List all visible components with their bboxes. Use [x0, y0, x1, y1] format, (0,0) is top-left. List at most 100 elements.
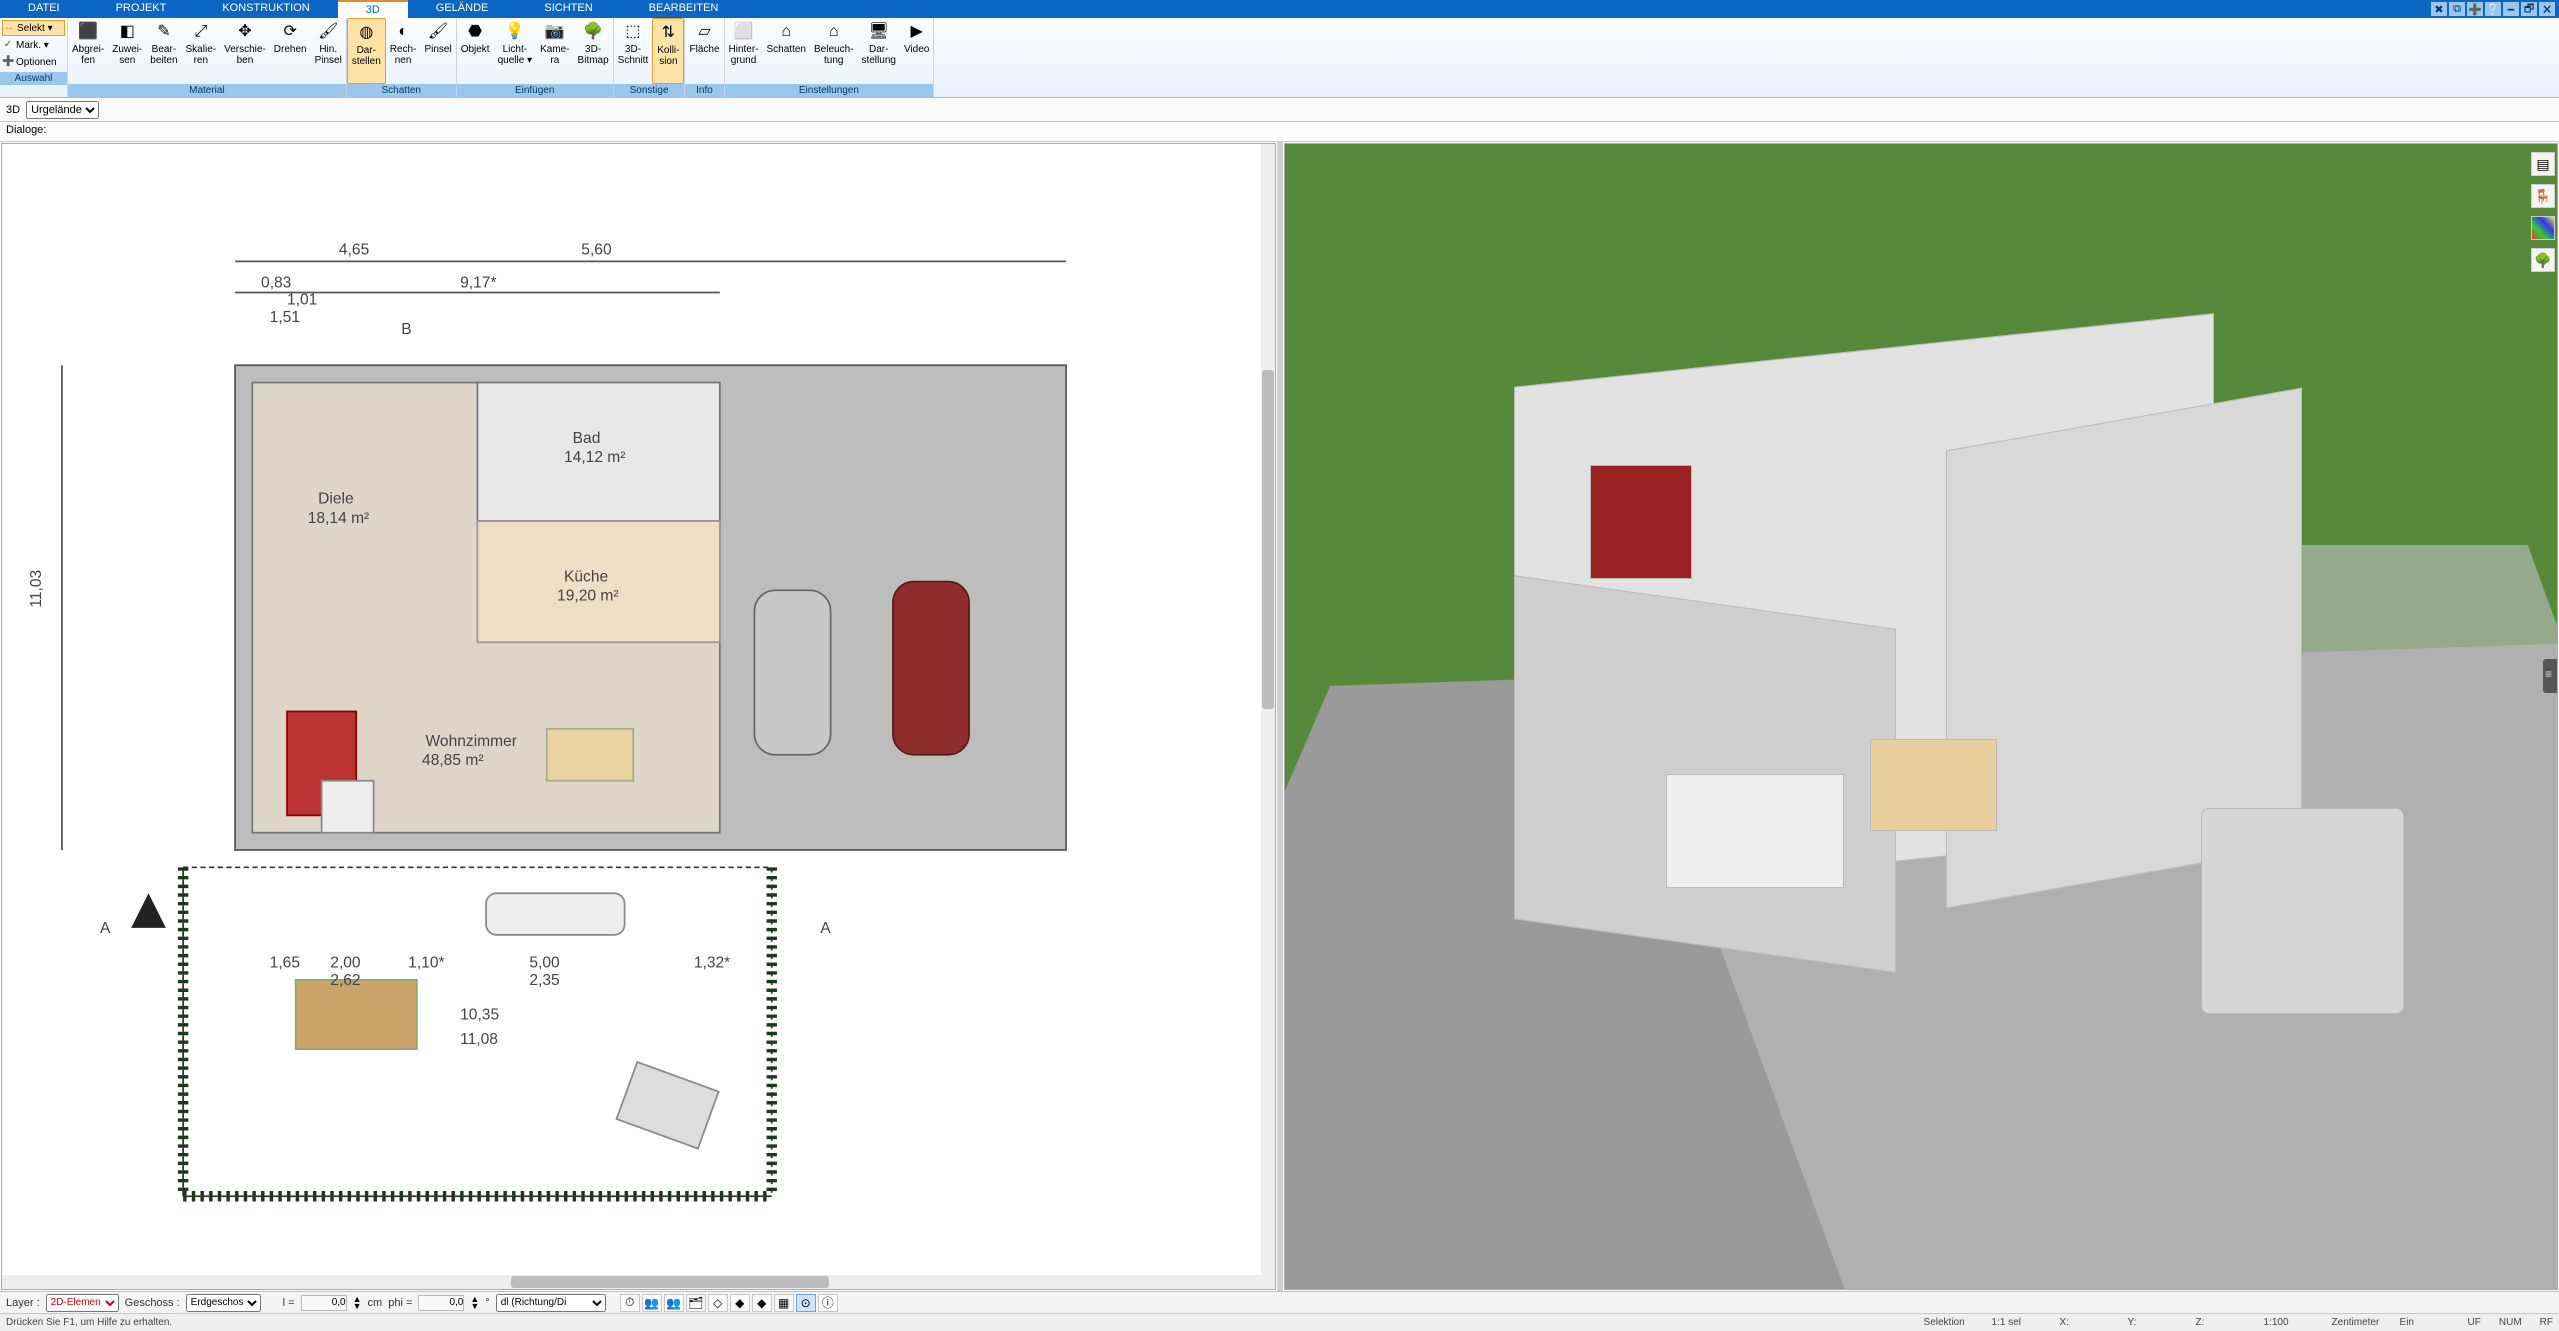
vscroll-2d[interactable] — [1261, 144, 1275, 1275]
bottom-tool-5[interactable]: ◆ — [730, 1294, 750, 1312]
sel-mark.[interactable]: ✓Mark. ▾ — [2, 37, 65, 53]
lichtquelle-button[interactable]: 💡Licht-quelle ▾ — [494, 18, 537, 84]
furniture-icon[interactable]: 🪑 — [2531, 184, 2555, 208]
video-button[interactable]: ▶Video — [900, 18, 933, 84]
window-control-5[interactable]: 🗗 — [2521, 2, 2537, 16]
pane-3d-view[interactable]: ▤ 🪑 🌳 — [1284, 143, 2559, 1290]
svg-text:Küche: Küche — [564, 569, 608, 586]
window-control-1[interactable]: ⧉ — [2449, 2, 2465, 16]
palette-icon[interactable] — [2531, 216, 2555, 240]
group-caption-auswahl: Auswahl — [0, 72, 67, 85]
status-uf: UF — [2468, 1317, 2481, 1328]
direction-select[interactable]: dl (Richtung/Di — [496, 1294, 606, 1312]
hscroll-2d[interactable] — [2, 1275, 1275, 1289]
objekt-icon: ⬣ — [464, 20, 486, 42]
darstellung-button[interactable]: 🖥Dar-stellung — [857, 18, 899, 84]
tab-gelände[interactable]: GELÄNDE — [408, 0, 517, 18]
hintergrund-button[interactable]: ⬜Hinter-grund — [725, 18, 763, 84]
lichtquelle-icon: 💡 — [504, 20, 526, 42]
tab-bearbeiten[interactable]: BEARBEITEN — [621, 0, 747, 18]
tab-datei[interactable]: DATEI — [0, 0, 88, 18]
pinsel-button[interactable]: 🖌Pinsel — [420, 18, 455, 84]
svg-text:5,60: 5,60 — [581, 241, 612, 258]
window-control-6[interactable]: 🗙 — [2539, 2, 2555, 16]
svg-text:Bad: Bad — [573, 430, 601, 447]
bottom-tool-0[interactable]: ⏱ — [620, 1294, 640, 1312]
schatten2-button[interactable]: ⌂Schatten — [763, 18, 810, 84]
rechnen-button[interactable]: ◐Rech-nen — [386, 18, 421, 84]
window-control-4[interactable]: 🗕 — [2503, 2, 2519, 16]
objekt-button[interactable]: ⬣Objekt — [457, 18, 494, 84]
svg-text:A: A — [820, 920, 831, 937]
group-caption-info: Info — [685, 84, 723, 97]
tree-icon[interactable]: 🌳 — [2531, 248, 2555, 272]
bottom-tool-2[interactable]: 👥 — [664, 1294, 684, 1312]
window-control-3[interactable]: ❔ — [2485, 2, 2501, 16]
bearbeiten-button[interactable]: ✎Bear-beiten — [146, 18, 181, 84]
svg-text:1,65: 1,65 — [270, 955, 301, 972]
layer-select[interactable]: 2D-Elemen — [46, 1294, 119, 1312]
svg-text:1,10*: 1,10* — [408, 955, 444, 972]
bottom-tool-6[interactable]: ◆ — [752, 1294, 772, 1312]
floor-select[interactable]: Erdgeschos — [186, 1294, 261, 1312]
darstellen-button[interactable]: ◍Dar-stellen — [347, 18, 386, 84]
verschieben-button[interactable]: ✥Verschie-ben — [220, 18, 270, 84]
svg-text:4,65: 4,65 — [339, 241, 370, 258]
bottom-tool-9[interactable]: ⓘ — [818, 1294, 838, 1312]
status-y: Y: — [2128, 1317, 2178, 1328]
svg-text:11,08: 11,08 — [460, 1031, 498, 1048]
phi-label: phi = — [388, 1297, 412, 1309]
svg-text:1,32*: 1,32* — [694, 955, 730, 972]
kamera-button[interactable]: 📷Kame-ra — [536, 18, 573, 84]
sub-toolbar: 3D Urgelände — [0, 98, 2559, 122]
svg-text:19,20 m²: 19,20 m² — [557, 588, 618, 605]
window-control-0[interactable]: ✖ — [2431, 2, 2447, 16]
bottom-tool-7[interactable]: ▦ — [774, 1294, 794, 1312]
bottom-tool-8[interactable]: ⊙ — [796, 1294, 816, 1312]
group-caption-material: Material — [68, 84, 346, 97]
floor-plan: Bad 14,12 m² Diele 18,14 m² Küche 19,20 … — [10, 152, 1257, 1271]
pane-splitter[interactable] — [1277, 142, 1283, 1291]
dialoge-label: Dialoge: — [6, 124, 46, 136]
spinner-icon[interactable]: ▲▼ — [470, 1296, 479, 1310]
bottom-tool-4[interactable]: ◇ — [708, 1294, 728, 1312]
window-control-2[interactable]: ➕ — [2467, 2, 2483, 16]
tab-sichten[interactable]: SICHTEN — [516, 0, 620, 18]
pane-2d-plan[interactable]: Bad 14,12 m² Diele 18,14 m² Küche 19,20 … — [1, 143, 1276, 1290]
sel-selekt[interactable]: ↔Selekt ▾ — [2, 20, 65, 36]
beleuchtung-button[interactable]: ⌂Beleuch-tung — [810, 18, 857, 84]
ribbon: ↔Selekt ▾✓Mark. ▾➕Optionen Auswahl⬛Abgrei… — [0, 18, 2559, 98]
flaeche-button[interactable]: ▱Fläche — [685, 18, 723, 84]
hinpinsel-icon: 🖌 — [317, 20, 339, 42]
kollision-button[interactable]: ⇅Kolli-sion — [652, 18, 684, 84]
length-label: l = — [283, 1297, 295, 1309]
svg-text:2,35: 2,35 — [529, 972, 560, 989]
skalieren-button[interactable]: ⤢Skalie-ren — [182, 18, 221, 84]
tab-3d[interactable]: 3D — [338, 0, 408, 18]
terrain-select[interactable]: Urgelände — [26, 101, 99, 119]
sel-optionen[interactable]: ➕Optionen — [2, 54, 65, 70]
zuweisen-button[interactable]: ◧Zuwei-sen — [108, 18, 146, 84]
bottom-tool-3[interactable]: 🗂 — [686, 1294, 706, 1312]
house-3d-render — [1285, 144, 2558, 1289]
abgreifen-icon: ⬛ — [77, 20, 99, 42]
status-unit: Zentimeter — [2332, 1317, 2382, 1328]
3dbitmap-button[interactable]: 🌳3D-Bitmap — [574, 18, 613, 84]
tab-projekt[interactable]: PROJEKT — [88, 0, 195, 18]
verschieben-icon: ✥ — [234, 20, 256, 42]
layers-icon[interactable]: ▤ — [2531, 152, 2555, 176]
drehen-button[interactable]: ⟳Drehen — [270, 18, 311, 84]
bottom-tool-1[interactable]: 👥 — [642, 1294, 662, 1312]
svg-text:Wohnzimmer: Wohnzimmer — [425, 733, 516, 750]
svg-text:48,85 m²: 48,85 m² — [422, 752, 483, 769]
tab-konstruktion[interactable]: KONSTRUKTION — [194, 0, 337, 18]
3dschnitt-button[interactable]: ⬚3D-Schnitt — [614, 18, 653, 84]
hinpinsel-button[interactable]: 🖌Hin.Pinsel — [311, 18, 346, 84]
pinsel-icon: 🖌 — [427, 20, 449, 42]
length-input[interactable] — [301, 1295, 347, 1311]
panel-expand-handle[interactable] — [2543, 659, 2557, 693]
abgreifen-button[interactable]: ⬛Abgrei-fen — [68, 18, 108, 84]
kollision-icon: ⇅ — [657, 21, 679, 43]
phi-input[interactable] — [418, 1295, 464, 1311]
spinner-icon[interactable]: ▲▼ — [353, 1296, 362, 1310]
